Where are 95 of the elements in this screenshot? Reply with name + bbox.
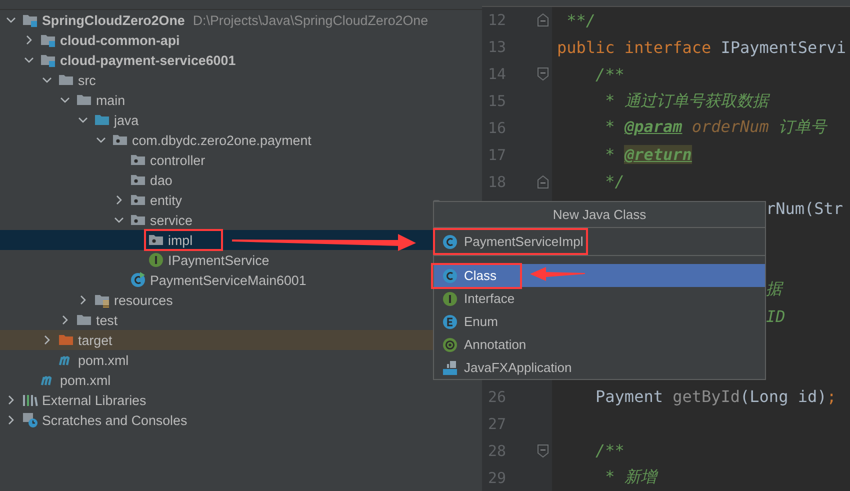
tree-row[interactable]: service (0, 210, 433, 230)
tree-row[interactable]: pom.xml (0, 370, 433, 390)
folder-icon (76, 92, 92, 108)
tree-label: java (114, 112, 139, 128)
code-line: rNum(Str (766, 199, 844, 218)
tree-label: target (78, 332, 112, 348)
interface-icon (148, 252, 164, 268)
tree-label: pom.xml (78, 352, 129, 368)
folder-icon (94, 112, 110, 128)
tree-label: SpringCloudZero2One (42, 12, 185, 28)
package-icon (112, 132, 128, 148)
scratches-icon (22, 412, 38, 428)
fold-marker-icon[interactable] (537, 444, 549, 458)
chevron-down-icon[interactable] (6, 15, 16, 25)
tree-label: PaymentServiceMain6001 (150, 272, 306, 288)
tree-row[interactable]: com.dbydc.zero2one.payment (0, 130, 433, 150)
tree-row[interactable]: controller (0, 150, 433, 170)
fold-marker-icon[interactable] (537, 67, 549, 82)
code-line: /** (594, 441, 624, 460)
package-icon (130, 172, 146, 188)
code-line: Payment getById(Long id); (594, 387, 836, 406)
tree-label: main (96, 92, 126, 108)
fold-marker-icon[interactable] (537, 174, 549, 189)
arrow (530, 267, 585, 281)
code-line: **/ (566, 10, 596, 30)
tree-label: impl (168, 232, 193, 248)
tree-row[interactable]: Scratches and Consoles (0, 410, 433, 430)
folder-icon (58, 72, 74, 88)
code-line: */ (604, 172, 624, 192)
class-icon (442, 234, 458, 250)
folder-icon (76, 312, 92, 328)
tree-label: dao (150, 172, 172, 188)
module-folder-icon (40, 32, 56, 48)
tree-label: entity (150, 192, 182, 208)
tree-label: controller (150, 152, 206, 168)
class-kind-option[interactable]: Class (434, 264, 765, 287)
tree-row[interactable]: target (0, 330, 433, 350)
package-icon (130, 192, 146, 208)
tree-label: test (96, 312, 118, 328)
class-icon (442, 268, 458, 284)
package-icon (130, 152, 146, 168)
class-icon (130, 272, 146, 288)
tree-label: service (150, 212, 192, 228)
tree-row[interactable]: entity (0, 190, 433, 210)
chevron-down-icon[interactable] (114, 215, 124, 225)
annotation-icon (442, 336, 458, 352)
class-kind-option[interactable]: JavaFXApplication (434, 356, 765, 379)
interface-icon (442, 290, 458, 306)
tree-row[interactable]: dao (0, 170, 433, 190)
tree-label: resources (114, 292, 173, 308)
folder-icon (58, 332, 74, 348)
tree-label: src (78, 72, 96, 88)
code-line: * 通过订单号获取数据 (604, 90, 768, 112)
code-line: * @return (604, 145, 692, 164)
tree-label: External Libraries (42, 392, 146, 408)
tree-row[interactable]: cloud-common-api (0, 30, 433, 50)
tree-label: cloud-payment-service6001 (60, 52, 236, 68)
tree-label: Scratches and Consoles (42, 412, 188, 428)
tree-row[interactable]: SpringCloudZero2One D:\Projects\Java\SpringCloudZero2One (0, 10, 433, 30)
tree-label: IPaymentService (168, 252, 270, 268)
tree-row[interactable]: java (0, 110, 433, 130)
tree-row[interactable]: src (0, 70, 433, 90)
tree-row[interactable]: pom.xml (0, 350, 433, 370)
fold-marker-icon[interactable] (537, 13, 549, 28)
class-kind-option[interactable]: Annotation (434, 333, 765, 356)
class-name-field[interactable]: PaymentServiceImpl (434, 228, 765, 256)
class-kind-option[interactable]: Interface (434, 287, 765, 310)
code-line: /** (594, 64, 624, 84)
package-icon (148, 232, 164, 248)
project-path: D:\Projects\Java\SpringCloudZero2One (192, 12, 428, 28)
code-line: * @param orderNum 订单号 (604, 117, 827, 138)
tree-row[interactable]: PaymentServiceMain6001 (0, 270, 433, 290)
class-kind-option[interactable]: Enum (434, 310, 765, 333)
tree-row[interactable]: IPaymentService (0, 250, 433, 270)
javafx-icon (442, 360, 458, 376)
tree-row[interactable]: test (0, 310, 433, 330)
code-line: * 新增 (604, 467, 656, 488)
tree-row[interactable]: resources (0, 290, 433, 310)
module-folder-icon (40, 52, 56, 68)
libraries-icon (22, 392, 38, 408)
chevron-right-icon[interactable] (24, 35, 34, 45)
code-line: 据 (766, 278, 782, 300)
tree-row[interactable]: cloud-payment-service6001 (0, 50, 433, 70)
package-icon (130, 212, 146, 228)
tree-row[interactable]: External Libraries (0, 390, 433, 410)
tree-label: pom.xml (60, 372, 111, 388)
resources-folder-icon (94, 292, 110, 308)
enum-icon (442, 314, 458, 330)
tree-label: com.dbydc.zero2one.payment (132, 132, 312, 148)
chevron-right-icon[interactable] (114, 195, 124, 205)
module-folder-icon (22, 12, 38, 28)
tree-row[interactable]: main (0, 90, 433, 110)
tree-label: cloud-common-api (60, 32, 180, 48)
code-line: public interface IPaymentServi (556, 38, 846, 57)
code-line: ID (766, 306, 786, 326)
